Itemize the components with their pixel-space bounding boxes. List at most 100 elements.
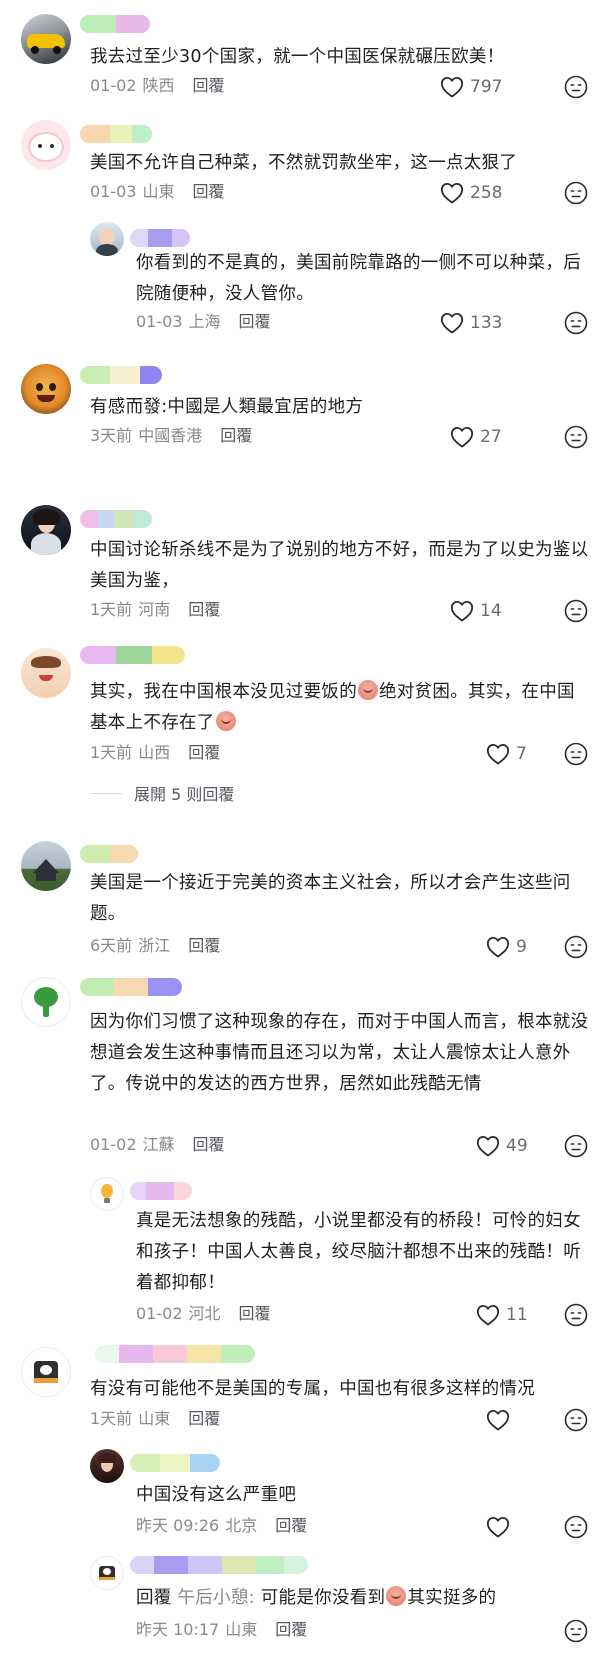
comment-text: 美国是一个接近于完美的资本主义社会，所以才会产生这些问题。: [90, 873, 571, 924]
comment-meta: 1天前 河南 回覆: [90, 598, 220, 622]
neutral-face-icon: [564, 742, 588, 766]
avatar[interactable]: [90, 222, 124, 256]
like-count: 9: [516, 937, 527, 957]
dislike-button[interactable]: [564, 1134, 588, 1158]
avatar[interactable]: [90, 1449, 124, 1483]
username-blurred[interactable]: [130, 1182, 192, 1200]
like-count: 258: [470, 183, 503, 203]
like-button[interactable]: 797: [440, 74, 502, 100]
like-button[interactable]: 7: [486, 741, 527, 767]
username-blurred[interactable]: [80, 366, 162, 384]
dislike-button[interactable]: [564, 75, 588, 99]
expand-replies-button[interactable]: 展開 5 则回覆: [90, 781, 234, 805]
comment-text-part: 可能是你没看到: [254, 1588, 386, 1608]
reply-button[interactable]: 回覆: [188, 743, 220, 762]
neutral-face-icon: [564, 599, 588, 623]
comment-text: 有没有可能他不是美国的专属，中国也有很多这样的情况: [90, 1379, 535, 1399]
reply-button[interactable]: 回覆: [188, 936, 220, 955]
avatar[interactable]: [21, 364, 71, 414]
reply-button[interactable]: 回覆: [239, 1304, 271, 1323]
comment-date: 01-02: [90, 76, 137, 95]
expand-replies-label: 展開 5 则回覆: [134, 785, 235, 804]
weary-face-emoji-icon: [386, 1586, 407, 1606]
comment-date: 01-02: [136, 1304, 183, 1323]
neutral-face-icon: [564, 1515, 588, 1539]
dislike-button[interactable]: [564, 1303, 588, 1327]
dislike-button[interactable]: [564, 181, 588, 205]
comment-text: 因为你们习惯了这种现象的存在，而对于中国人而言，根本就没想道会发生这种事情而且还…: [90, 1012, 589, 1094]
reply-button[interactable]: 回覆: [193, 182, 225, 201]
heart-icon: [450, 601, 474, 622]
username-blurred[interactable]: [130, 229, 190, 247]
avatar[interactable]: [21, 977, 71, 1027]
username-blurred[interactable]: [80, 15, 150, 33]
comment-date: 01-03: [136, 312, 183, 331]
like-count: 14: [480, 601, 502, 621]
avatar[interactable]: [21, 14, 71, 64]
mention-username[interactable]: 午后小憩:: [177, 1588, 254, 1608]
like-button[interactable]: 258: [440, 180, 502, 206]
heart-icon: [476, 1136, 500, 1157]
dislike-button[interactable]: [564, 599, 588, 623]
comment-location: 中國香港: [138, 426, 203, 445]
dislike-button[interactable]: [564, 742, 588, 766]
comment-date: 01-03: [90, 182, 137, 201]
comment-text: 美国不允许自己种菜，不然就罚款坐牢，这一点太狠了: [90, 153, 518, 173]
dislike-button[interactable]: [564, 1515, 588, 1539]
avatar[interactable]: [21, 120, 71, 170]
avatar[interactable]: [21, 648, 71, 698]
username-blurred[interactable]: [80, 646, 185, 664]
reply-button[interactable]: 回覆: [275, 1620, 307, 1639]
comment-text-part: 其实，我在中国根本没见过要饭的: [90, 682, 357, 702]
dislike-button[interactable]: [564, 935, 588, 959]
dislike-button[interactable]: [564, 1619, 588, 1643]
comment-date: 昨天 10:17: [136, 1620, 220, 1639]
reply-button[interactable]: 回覆: [239, 312, 271, 331]
dislike-button[interactable]: [564, 425, 588, 449]
like-button[interactable]: 49: [476, 1133, 528, 1159]
comment-location: 江蘇: [142, 1135, 175, 1154]
comment-text: 其实，我在中国根本没见过要饭的 绝对贫困。其实，在中国基本上不存在了: [90, 677, 590, 739]
reply-button[interactable]: 回覆: [193, 1135, 225, 1154]
like-button[interactable]: 14: [450, 598, 502, 624]
neutral-face-icon: [564, 935, 588, 959]
dislike-button[interactable]: [564, 311, 588, 335]
comment-meta: 01-02 河北 回覆: [136, 1302, 271, 1326]
comment-date: 6天前: [90, 936, 133, 955]
username-blurred[interactable]: [130, 1556, 308, 1574]
like-button[interactable]: [486, 1407, 516, 1433]
comment-meta: 昨天 10:17 山東 回覆: [136, 1618, 307, 1642]
comment-text-part: 其实挺多的: [407, 1588, 497, 1608]
username-blurred[interactable]: [80, 845, 138, 863]
reply-prefix: 回覆: [136, 1588, 172, 1608]
comment-meta: 6天前 浙江 回覆: [90, 934, 220, 958]
neutral-face-icon: [564, 1303, 588, 1327]
dislike-button[interactable]: [564, 1408, 588, 1432]
reply-button[interactable]: 回覆: [220, 426, 252, 445]
username-blurred[interactable]: [80, 978, 182, 996]
reply-button[interactable]: 回覆: [193, 76, 225, 95]
like-button[interactable]: 27: [450, 424, 502, 450]
comment-meta: 3天前 中國香港 回覆: [90, 424, 252, 448]
heart-icon: [450, 427, 474, 448]
username-blurred[interactable]: [130, 1454, 220, 1472]
avatar[interactable]: [90, 1177, 124, 1211]
avatar[interactable]: [21, 505, 71, 555]
username-blurred[interactable]: [80, 510, 152, 528]
reply-button[interactable]: 回覆: [188, 600, 220, 619]
avatar[interactable]: [90, 1556, 124, 1590]
reply-button[interactable]: 回覆: [275, 1516, 307, 1535]
like-count: 133: [470, 313, 503, 333]
like-button[interactable]: 9: [486, 934, 527, 960]
comment-text: 中国讨论斩杀线不是为了说别的地方不好，而是为了以史为鉴以美国为鉴，: [90, 540, 589, 591]
like-button[interactable]: 133: [440, 310, 502, 336]
avatar[interactable]: [21, 841, 71, 891]
comment-date: 昨天 09:26: [136, 1516, 220, 1535]
avatar[interactable]: [21, 1347, 71, 1397]
like-button[interactable]: [486, 1514, 516, 1540]
username-blurred[interactable]: [95, 1345, 255, 1363]
like-button[interactable]: 11: [476, 1302, 528, 1328]
reply-button[interactable]: 回覆: [188, 1409, 220, 1428]
username-blurred[interactable]: [80, 125, 152, 143]
comment-location: 上海: [188, 312, 221, 331]
